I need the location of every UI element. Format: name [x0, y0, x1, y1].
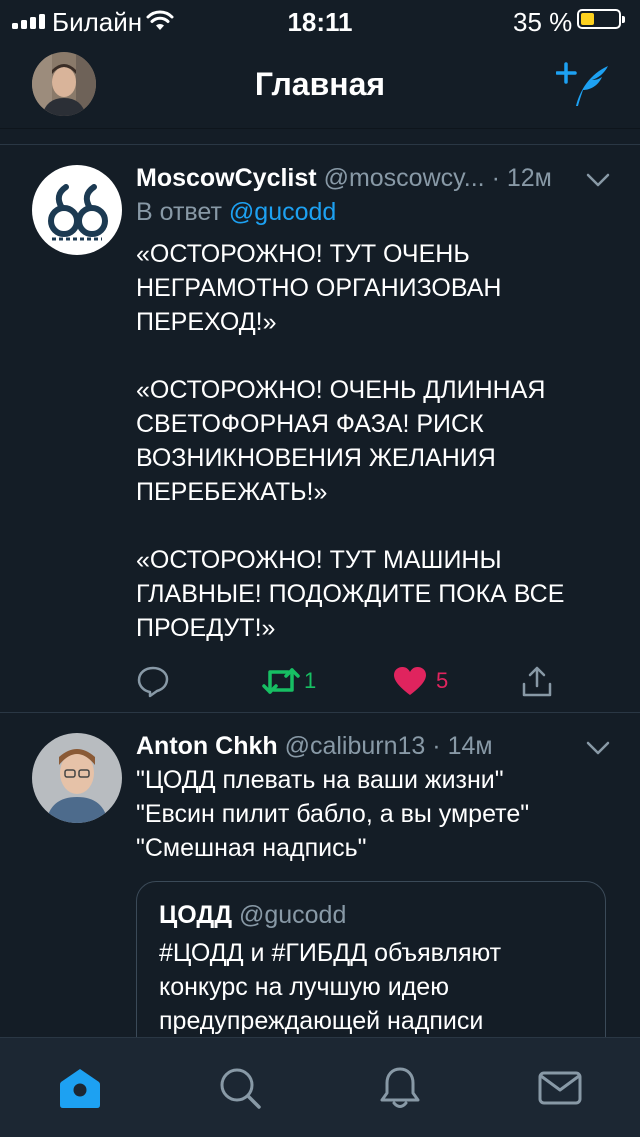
chevron-down-icon[interactable]: [586, 741, 610, 755]
quoted-tweet-header: ЦОДД @gucodd: [159, 898, 346, 932]
notifications-icon[interactable]: [378, 1066, 422, 1110]
timeline-separator: [0, 129, 640, 145]
avatar[interactable]: [32, 165, 122, 255]
tweet-paragraph: «ОСТОРОЖНО! ТУТ ОЧЕНЬ НЕГРАМОТНО ОРГАНИЗ…: [136, 240, 502, 336]
avatar[interactable]: [32, 733, 122, 823]
quoted-line: #ЦОДД и #ГИБДД объявляют: [159, 939, 502, 967]
tweet-paragraph: «ОСТОРОЖНО! ТУТ МАШИНЫ ГЛАВНЫЕ! ПОДОЖДИТ…: [136, 546, 565, 642]
mention-link[interactable]: @gucodd: [229, 198, 336, 226]
display-name[interactable]: MoscowCyclist: [136, 164, 317, 192]
tweet-header: Anton Chkh @caliburn13 · 14м: [136, 732, 493, 760]
reply-context: В ответ @gucodd: [136, 195, 336, 229]
carrier-name: Билайн: [52, 7, 143, 37]
share-icon: [522, 666, 552, 697]
like-count: 5: [436, 668, 449, 693]
like-button[interactable]: 5: [392, 661, 448, 701]
reply-button[interactable]: [136, 661, 170, 701]
tweet[interactable]: MoscowCyclist @moscowcy... · 12м В ответ…: [0, 145, 640, 712]
battery-icon: [577, 9, 625, 29]
username[interactable]: @moscowcy...: [324, 164, 485, 192]
username[interactable]: @caliburn13: [285, 732, 426, 760]
tweet-line: "ЦОДД плевать на ваши жизни": [136, 766, 504, 794]
battery-level: [581, 13, 594, 25]
tweet-line: "Евсин пилит бабло, а вы умрете": [136, 800, 530, 828]
tweet-header: MoscowCyclist @moscowcy... · 12м: [136, 164, 552, 192]
share-button[interactable]: [520, 661, 554, 701]
home-icon[interactable]: [58, 1066, 102, 1110]
tweet[interactable]: Anton Chkh @caliburn13 · 14м "ЦОДД плева…: [0, 713, 640, 1037]
quoted-line: конкурс на лучшую идею: [159, 973, 449, 1001]
tweet-text: «ОСТОРОЖНО! ТУТ ОЧЕНЬ НЕГРАМОТНО ОРГАНИЗ…: [136, 237, 606, 645]
navigation-bar: Главная: [0, 40, 640, 129]
timestamp: 12м: [506, 164, 552, 192]
tweet-line: "Смешная надпись": [136, 834, 367, 862]
page-title: Главная: [254, 66, 386, 102]
retweet-button[interactable]: 1: [262, 661, 316, 701]
display-name[interactable]: Anton Chkh: [136, 732, 278, 760]
tab-bar: [0, 1037, 640, 1137]
reply-icon: [137, 666, 169, 698]
retweet-count: 1: [304, 668, 317, 693]
quoted-tweet[interactable]: ЦОДД @gucodd #ЦОДД и #ГИБДД объявляют ко…: [136, 881, 606, 1037]
quoted-username: @gucodd: [238, 901, 347, 929]
retweet-icon: [262, 668, 300, 694]
search-icon[interactable]: [218, 1066, 262, 1110]
tweet-text: "ЦОДД плевать на ваши жизни" "Евсин пили…: [136, 763, 606, 865]
status-bar: Билайн 18:11 35 %: [0, 0, 640, 40]
chevron-down-icon[interactable]: [586, 173, 610, 187]
reply-prefix: В ответ: [136, 198, 222, 226]
compose-tweet-icon[interactable]: [556, 60, 612, 110]
signal-strength-icon: [12, 13, 48, 29]
timestamp: 14м: [447, 732, 493, 760]
profile-avatar[interactable]: [32, 52, 96, 116]
quoted-tweet-text: #ЦОДД и #ГИБДД объявляют конкурс на лучш…: [159, 936, 589, 1037]
tweet-paragraph: «ОСТОРОЖНО! ОЧЕНЬ ДЛИННАЯ СВЕТОФОРНАЯ ФА…: [136, 376, 546, 506]
quoted-line: предупреждающей надписи: [159, 1007, 484, 1035]
tweet-actions: 1 5: [136, 661, 596, 701]
messages-icon[interactable]: [538, 1066, 582, 1110]
quoted-display-name: ЦОДД: [159, 901, 232, 929]
wifi-icon: [146, 10, 174, 30]
heart-icon: [394, 667, 426, 695]
battery-percent: 35 %: [513, 7, 573, 37]
